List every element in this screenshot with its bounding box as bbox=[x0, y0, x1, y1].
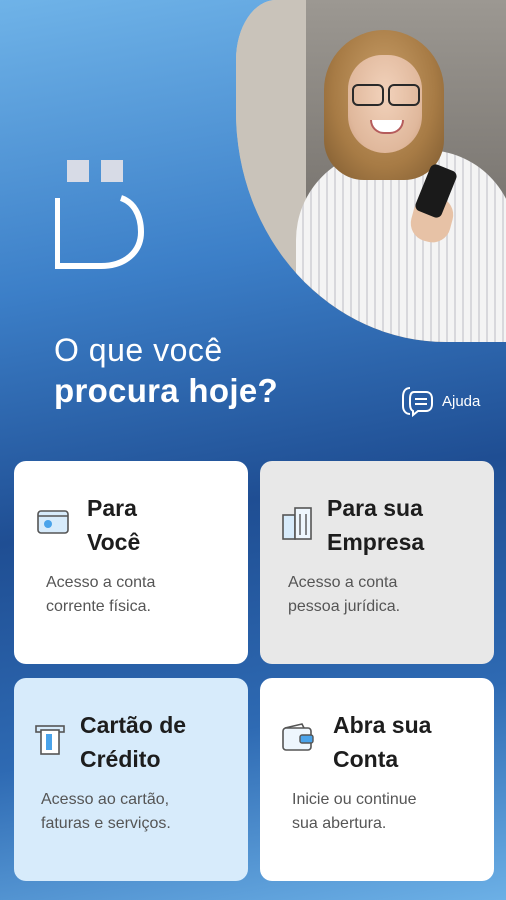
card-title-line-2: Conta bbox=[333, 746, 399, 772]
card-desc-line-1: Acesso a conta bbox=[288, 574, 398, 591]
card-title-line-1: Abra sua bbox=[333, 712, 432, 738]
card-desc-line-2: faturas e serviços. bbox=[41, 815, 171, 832]
card-para-voce[interactable]: Para Você Acesso a conta corrente física… bbox=[14, 461, 248, 664]
card-desc-line-2: corrente física. bbox=[46, 598, 151, 615]
card-title-line-2: Crédito bbox=[80, 746, 161, 772]
bank-logo bbox=[55, 160, 145, 272]
chat-help-icon bbox=[402, 387, 433, 418]
card-desc-line-1: Acesso a conta bbox=[46, 574, 156, 591]
wallet-icon bbox=[282, 723, 314, 751]
card-desc-line-2: sua abertura. bbox=[292, 815, 387, 832]
card-title-line-1: Cartão de bbox=[80, 712, 187, 738]
card-title-line-1: Para sua bbox=[327, 495, 423, 521]
card-title-line-2: Empresa bbox=[327, 529, 425, 555]
account-card-icon bbox=[37, 510, 69, 534]
help-label: Ajuda bbox=[442, 392, 481, 410]
card-desc-line-2: pessoa jurídica. bbox=[288, 598, 401, 615]
card-title-line-2: Você bbox=[87, 529, 141, 555]
card-desc-line-1: Acesso ao cartão, bbox=[41, 791, 170, 808]
hero-photo bbox=[236, 0, 506, 342]
building-icon bbox=[282, 507, 312, 540]
card-title-line-1: Para bbox=[87, 495, 137, 521]
card-desc-line-1: Inicie ou continue bbox=[292, 791, 417, 808]
title-line-1: O que você bbox=[54, 332, 223, 368]
card-cartao-de-credito[interactable]: Cartão de Crédito Acesso ao cartão, fatu… bbox=[14, 678, 248, 881]
page-title: O que você procura hoje? bbox=[54, 330, 278, 412]
title-line-2: procura hoje? bbox=[54, 372, 278, 409]
card-para-sua-empresa[interactable]: Para sua Empresa Acesso a conta pessoa j… bbox=[260, 461, 494, 664]
credit-card-icon bbox=[35, 725, 65, 755]
card-abra-sua-conta[interactable]: Abra sua Conta Inicie ou continue sua ab… bbox=[260, 678, 494, 881]
help-button[interactable]: Ajuda bbox=[400, 384, 480, 418]
